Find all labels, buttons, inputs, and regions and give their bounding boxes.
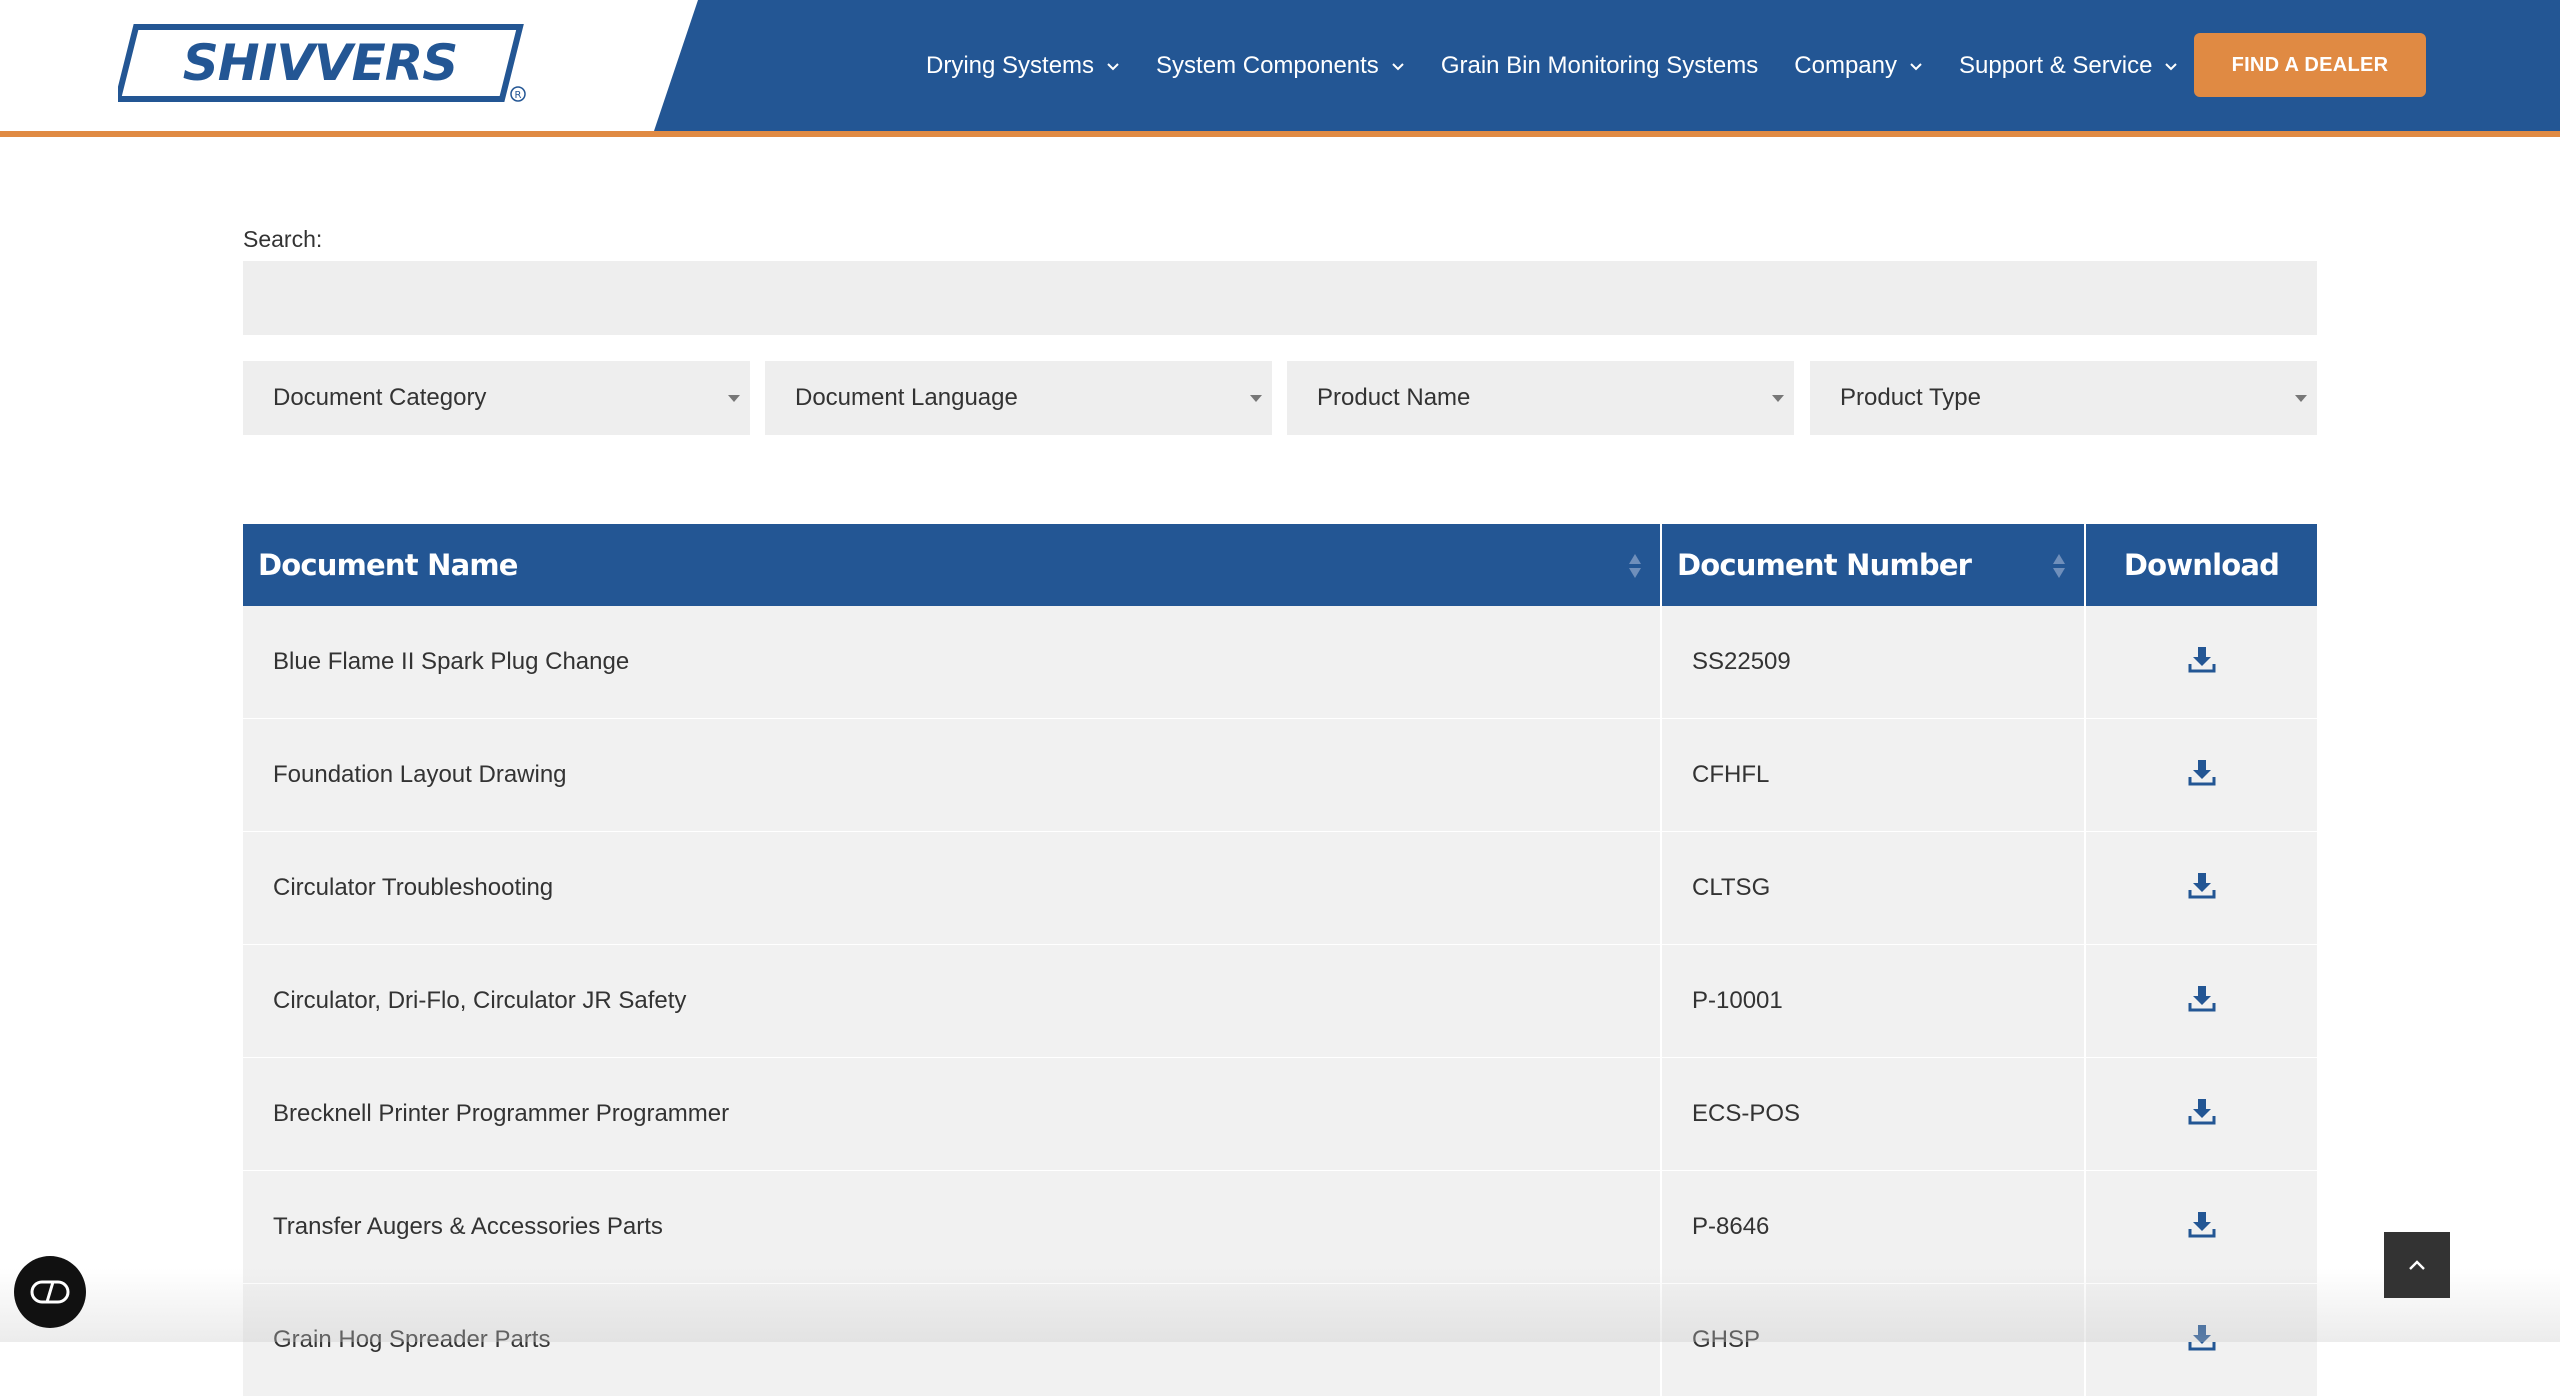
accessibility-toggle-icon: [30, 1280, 70, 1304]
document-number-cell: SS22509: [1662, 606, 2086, 718]
download-icon[interactable]: [2188, 1097, 2216, 1125]
nav-label: System Components: [1156, 51, 1379, 79]
nav-item-support-service[interactable]: Support & Service: [1959, 52, 2178, 80]
chevron-down-icon: [1910, 62, 1922, 70]
download-cell: [2086, 1058, 2317, 1170]
caret-down-icon: [2295, 395, 2307, 402]
nav-label: Support & Service: [1958, 51, 2153, 79]
download-cell: [2086, 606, 2317, 718]
document-number: P-8646: [1692, 1213, 1770, 1240]
table-row: Grain Hog Spreader Parts GHSP: [243, 1284, 2317, 1397]
column-header-label: Document Number: [1677, 548, 1972, 582]
document-category-select[interactable]: Document Category: [243, 361, 750, 435]
main-nav: Drying Systems System Components Grain B…: [926, 0, 2214, 131]
document-number-cell: ECS-POS: [1662, 1058, 2086, 1170]
document-name: Blue Flame II Spark Plug Change: [273, 648, 630, 675]
download-cell: [2086, 945, 2317, 1057]
document-name-cell: Circulator Troubleshooting: [243, 832, 1662, 944]
document-name-cell: Grain Hog Spreader Parts: [243, 1284, 1662, 1396]
sort-icon: [1629, 554, 1641, 578]
table-row: Circulator Troubleshooting CLTSG: [243, 832, 2317, 945]
document-number: CFHFL: [1692, 761, 1770, 788]
document-number: ECS-POS: [1692, 1100, 1801, 1127]
table-row: Circulator, Dri-Flo, Circulator JR Safet…: [243, 945, 2317, 1058]
document-name: Circulator Troubleshooting: [273, 874, 554, 901]
select-label: Document Category: [273, 384, 487, 411]
table-body: Blue Flame II Spark Plug Change SS22509 Fo…: [243, 606, 2317, 1397]
svg-text:SHIVVERS: SHIVVERS: [183, 34, 458, 92]
document-number-cell: P-8646: [1662, 1171, 2086, 1283]
document-name: Grain Hog Spreader Parts: [273, 1326, 551, 1353]
nav-item-grain-bin-monitoring[interactable]: Grain Bin Monitoring Systems: [1441, 52, 1758, 80]
column-header-document-number[interactable]: Document Number: [1662, 524, 2086, 606]
chevron-down-icon: [1107, 62, 1119, 70]
table-header: Document Name Document Number Download: [243, 524, 2317, 606]
download-cell: [2086, 719, 2317, 831]
caret-down-icon: [1772, 395, 1784, 402]
site-header: SHIVVERS R Drying Systems System Compone…: [0, 0, 2560, 137]
product-name-select[interactable]: Product Name: [1287, 361, 1794, 435]
search-label: Search:: [243, 226, 323, 252]
nav-label: Drying Systems: [926, 51, 1095, 79]
sort-icon: [2053, 554, 2065, 578]
download-cell: [2086, 1284, 2317, 1396]
column-header-label: Download: [2123, 548, 2280, 582]
nav-label: Company: [1794, 51, 1897, 79]
document-name: Circulator, Dri-Flo, Circulator JR Safet…: [273, 987, 687, 1014]
document-name-cell: Brecknell Printer Programmer Programmer: [243, 1058, 1662, 1170]
document-name: Transfer Augers & Accessories Parts: [273, 1213, 663, 1240]
header-accent-stripe: [0, 131, 2560, 137]
back-to-top-button[interactable]: [2384, 1232, 2450, 1298]
document-number-cell: P-10001: [1662, 945, 2086, 1057]
nav-item-system-components[interactable]: System Components: [1156, 52, 1405, 80]
column-header-document-name[interactable]: Document Name: [243, 524, 1662, 606]
find-a-dealer-button[interactable]: FIND A DEALER: [2194, 33, 2426, 97]
table-row: Blue Flame II Spark Plug Change SS22509: [243, 606, 2317, 719]
documents-table: Document Name Document Number Download B…: [243, 524, 2317, 1397]
download-icon[interactable]: [2188, 871, 2216, 899]
select-label: Product Type: [1840, 384, 1981, 411]
document-number: P-10001: [1692, 987, 1783, 1014]
search-input[interactable]: [243, 261, 2317, 335]
download-icon[interactable]: [2188, 758, 2216, 786]
download-cell: [2086, 832, 2317, 944]
product-type-select[interactable]: Product Type: [1810, 361, 2317, 435]
table-row: Foundation Layout Drawing CFHFL: [243, 719, 2317, 832]
nav-item-drying-systems[interactable]: Drying Systems: [926, 52, 1120, 80]
svg-text:R: R: [515, 90, 522, 101]
table-row: Transfer Augers & Accessories Parts P-864…: [243, 1171, 2317, 1284]
chevron-down-icon: [2165, 62, 2178, 70]
document-number-cell: CLTSG: [1662, 832, 2086, 944]
document-number: CLTSG: [1692, 874, 1771, 901]
document-name: Brecknell Printer Programmer Programmer: [273, 1100, 730, 1127]
nav-item-company[interactable]: Company: [1794, 52, 1923, 80]
download-icon[interactable]: [2188, 645, 2216, 673]
download-icon[interactable]: [2188, 1210, 2216, 1238]
select-label: Document Language: [795, 384, 1018, 411]
table-row: Brecknell Printer Programmer Programmer E…: [243, 1058, 2317, 1171]
chevron-up-icon: [2409, 1260, 2425, 1270]
select-label: Product Name: [1317, 384, 1471, 411]
document-name-cell: Blue Flame II Spark Plug Change: [243, 606, 1662, 718]
chevron-down-icon: [1392, 62, 1404, 70]
shivvers-logo[interactable]: SHIVVERS R: [118, 24, 528, 104]
document-name-cell: Foundation Layout Drawing: [243, 719, 1662, 831]
download-icon[interactable]: [2188, 1323, 2216, 1351]
nav-label: Grain Bin Monitoring Systems: [1440, 51, 1759, 79]
column-header-download: Download: [2086, 524, 2317, 606]
document-language-select[interactable]: Document Language: [765, 361, 1272, 435]
document-number-cell: GHSP: [1662, 1284, 2086, 1396]
document-name: Foundation Layout Drawing: [273, 761, 567, 788]
download-icon[interactable]: [2188, 984, 2216, 1012]
accessibility-toggle-button[interactable]: [14, 1256, 86, 1328]
caret-down-icon: [1250, 395, 1262, 402]
document-number: SS22509: [1692, 648, 1791, 675]
document-name-cell: Transfer Augers & Accessories Parts: [243, 1171, 1662, 1283]
document-name-cell: Circulator, Dri-Flo, Circulator JR Safet…: [243, 945, 1662, 1057]
caret-down-icon: [728, 395, 740, 402]
document-number: GHSP: [1692, 1326, 1761, 1353]
column-header-label: Document Name: [258, 548, 518, 582]
document-number-cell: CFHFL: [1662, 719, 2086, 831]
download-cell: [2086, 1171, 2317, 1283]
